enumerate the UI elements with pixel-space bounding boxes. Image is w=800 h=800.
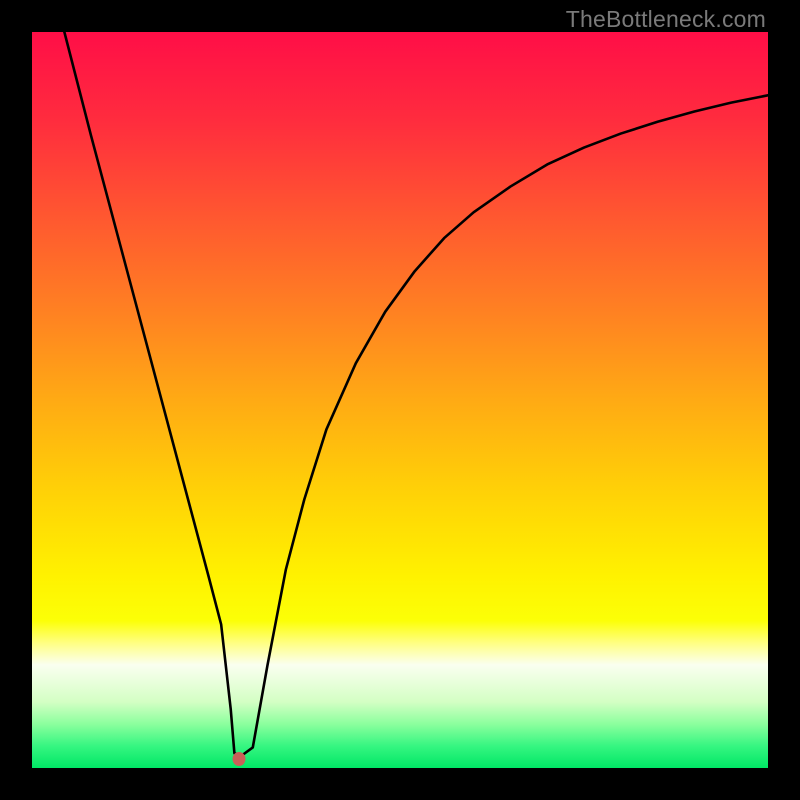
chart-container: TheBottleneck.com (0, 0, 800, 800)
minimum-marker (232, 752, 245, 766)
plot-area (32, 32, 768, 768)
curve-line (32, 32, 768, 768)
watermark-text: TheBottleneck.com (566, 6, 766, 33)
